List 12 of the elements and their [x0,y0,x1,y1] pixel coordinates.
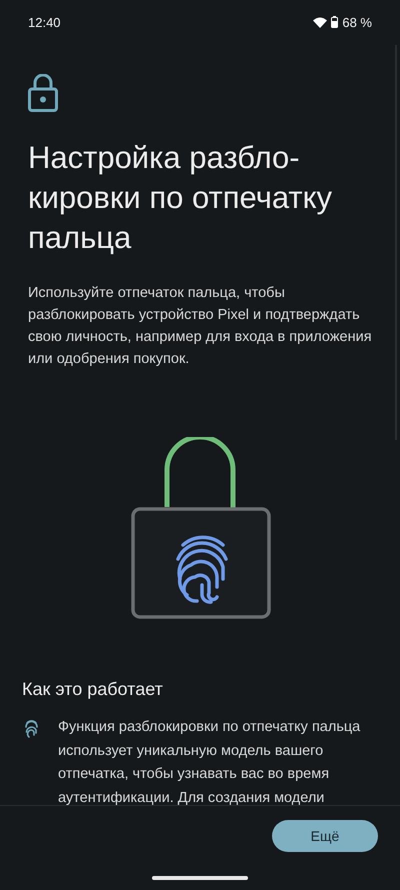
more-button[interactable]: Ещё [272,820,378,852]
lock-icon [28,74,58,112]
status-time: 12:40 [28,14,61,30]
page-title: Настройка разбло- кировки по отпечатку пальца [28,139,334,257]
navigation-handle[interactable] [152,876,248,880]
battery-icon [331,16,338,28]
wifi-icon [313,16,328,28]
description-text: Используйте отпечаток пальца, чтобы разблокировать устройство Pixel и подтверждать свою личность, например для входа в приложения или одобрения покупок. [28,284,373,369]
info-text: Функция разблокировки по отпечатку пальца использует уникальную модель вашего отпечатка, чтобы узнавать вас во время аутентификации. Для создания модели [58,718,362,805]
section-heading: Как это работает [22,679,164,700]
battery-level: 68 % [342,14,372,30]
fingerprint-icon [25,720,38,739]
